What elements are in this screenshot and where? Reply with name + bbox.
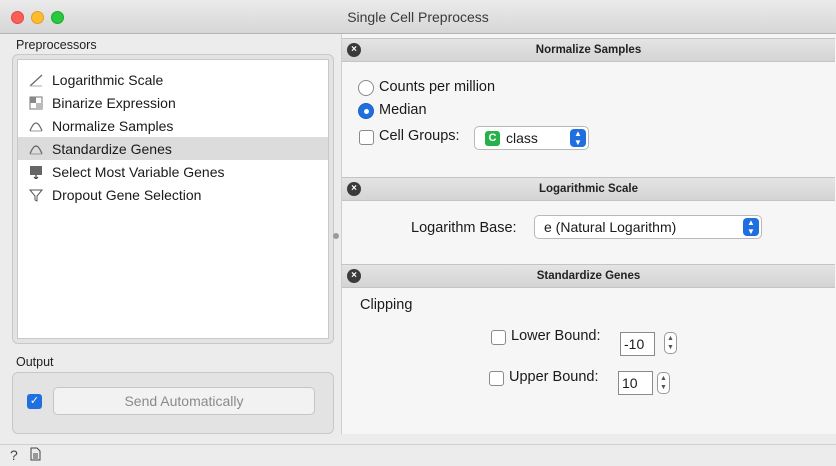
preprocessor-item-binarize-expression[interactable]: Binarize Expression (18, 91, 328, 114)
standardize-genes-header: × Standardize Genes (342, 264, 835, 288)
window-title: Single Cell Preprocess (347, 9, 489, 25)
output-label: Output (16, 355, 54, 369)
chevron-up-down-icon: ▲ ▼ (570, 129, 586, 147)
logarithmic-scale-header: × Logarithmic Scale (342, 177, 835, 201)
status-bar: ? (0, 444, 836, 466)
categorical-variable-icon: C (485, 130, 500, 146)
section-title: Normalize Samples (535, 44, 642, 56)
preprocessor-item-label: Normalize Samples (52, 117, 174, 134)
clipping-label: Clipping (360, 297, 413, 313)
lower-bound-stepper[interactable]: ▲ ▼ (664, 332, 677, 354)
binarize-icon (28, 95, 44, 111)
lower-bound-input[interactable]: -10 (620, 332, 655, 356)
preprocessor-item-label: Dropout Gene Selection (52, 186, 202, 203)
help-icon[interactable]: ? (10, 447, 18, 463)
counts-per-million-radio[interactable] (358, 80, 374, 96)
splitter-handle[interactable] (333, 233, 339, 239)
chevron-up-down-icon: ▲ ▼ (743, 218, 759, 236)
counts-per-million-label: Counts per million (379, 79, 496, 95)
upper-bound-label: Upper Bound: (509, 369, 599, 385)
preprocessor-item-standardize-genes[interactable]: Standardize Genes (18, 137, 328, 160)
upper-bound-input[interactable]: 10 (618, 371, 653, 395)
preprocessors-group: Logarithmic Scale Binarize Expression No… (12, 54, 334, 344)
section-title: Logarithmic Scale (538, 183, 639, 195)
filter-icon (28, 187, 44, 203)
logarithm-base-label: Logarithm Base: (411, 220, 517, 236)
cell-groups-value: class (506, 130, 538, 146)
lower-bound-checkbox[interactable] (491, 330, 506, 345)
preprocessor-item-label: Standardize Genes (52, 140, 172, 157)
cell-groups-combo[interactable]: C class ▲ ▼ (474, 126, 589, 150)
upper-bound-checkbox[interactable] (489, 371, 504, 386)
log-scale-icon (28, 72, 44, 88)
control-area: Preprocessors Logarithmic Scale Binarize… (0, 34, 336, 444)
median-radio[interactable] (358, 103, 374, 119)
variable-genes-icon (28, 164, 44, 180)
preprocessor-item-dropout-gene-selection[interactable]: Dropout Gene Selection (18, 183, 328, 206)
preprocessors-label: Preprocessors (16, 38, 97, 52)
preprocessor-item-label: Binarize Expression (52, 94, 176, 111)
preprocessor-item-normalize-samples[interactable]: Normalize Samples (18, 114, 328, 137)
send-automatically-checkbox[interactable]: ✓ (27, 394, 42, 409)
logarithm-base-combo[interactable]: e (Natural Logarithm) ▲ ▼ (534, 215, 762, 239)
median-label: Median (379, 102, 427, 118)
normalize-samples-header: × Normalize Samples (342, 38, 835, 62)
preprocessor-item-logarithmic-scale[interactable]: Logarithmic Scale (18, 68, 328, 91)
logarithm-base-value: e (Natural Logarithm) (544, 219, 677, 235)
upper-bound-stepper[interactable]: ▲ ▼ (657, 372, 670, 394)
preprocessor-item-label: Logarithmic Scale (52, 71, 164, 88)
report-icon[interactable] (30, 447, 41, 464)
preprocessor-editor: × Normalize Samples Counts per million M… (341, 34, 836, 434)
standardize-icon (28, 141, 44, 157)
lower-bound-label: Lower Bound: (511, 328, 601, 344)
cell-groups-checkbox[interactable] (359, 130, 374, 145)
preprocessor-item-label: Select Most Variable Genes (52, 163, 225, 180)
title-bar: Single Cell Preprocess (0, 0, 836, 34)
output-group: ✓ Send Automatically (12, 372, 334, 434)
send-automatically-button[interactable]: Send Automatically (53, 387, 315, 415)
preprocessors-list[interactable]: Logarithmic Scale Binarize Expression No… (17, 59, 329, 339)
normalize-icon (28, 118, 44, 134)
cell-groups-label: Cell Groups: (379, 128, 460, 144)
section-title: Standardize Genes (536, 270, 641, 282)
preprocessor-item-select-most-variable-genes[interactable]: Select Most Variable Genes (18, 160, 328, 183)
